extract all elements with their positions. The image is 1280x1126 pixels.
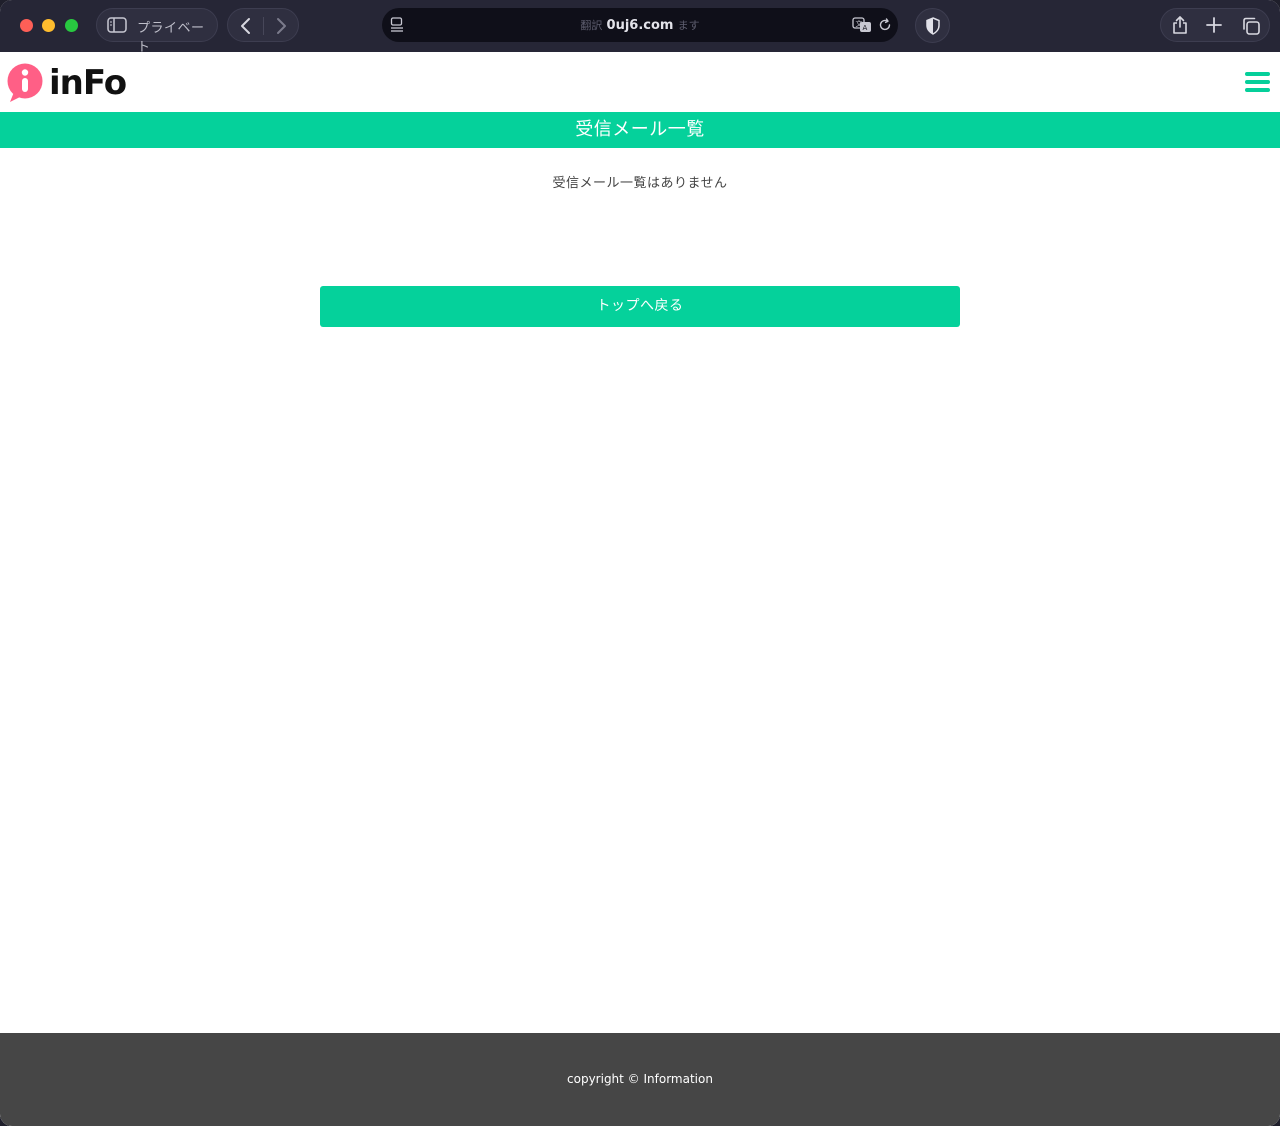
menu-icon[interactable] (1245, 72, 1270, 94)
browser-window: プライベート 翻訳 0uj6.com ます 文 A inFo 受信メール一覧 受… (0, 0, 1280, 1126)
url-display: 翻訳 0uj6.com ます (382, 17, 898, 33)
address-bar[interactable]: 翻訳 0uj6.com ます 文 A (382, 8, 898, 42)
menu-line (1245, 88, 1270, 92)
share-icon[interactable] (1171, 15, 1189, 35)
profile-label: プライベート (137, 21, 205, 55)
copyright-text: copyright © Information (567, 1072, 713, 1086)
translation-suffix: ます (677, 19, 700, 32)
new-tab-icon[interactable] (1205, 16, 1223, 34)
nav-divider (263, 17, 264, 35)
shield-icon (926, 17, 940, 35)
menu-line (1245, 72, 1270, 76)
page-title: 受信メール一覧 (0, 112, 1280, 148)
svg-text:A: A (863, 24, 868, 32)
window-actions (1160, 8, 1270, 42)
site-footer: copyright © Information (0, 1033, 1280, 1126)
back-icon[interactable] (237, 16, 255, 36)
minimize-window-button[interactable] (42, 19, 55, 32)
menu-line (1245, 80, 1270, 84)
back-to-top-button[interactable]: トップへ戻る (320, 286, 960, 327)
profile-button[interactable]: プライベート (96, 8, 218, 55)
forward-icon[interactable] (272, 16, 290, 36)
tabs-overview-icon[interactable] (1241, 16, 1261, 36)
logo-text[interactable]: inFo (49, 64, 127, 102)
translate-icon[interactable]: 文 A (852, 17, 872, 33)
sidebar-icon (107, 17, 127, 33)
url-host: 0uj6.com (606, 18, 674, 33)
close-window-button[interactable] (20, 19, 33, 32)
navigation-controls (227, 8, 299, 42)
browser-toolbar: プライベート 翻訳 0uj6.com ます 文 A (0, 0, 1280, 55)
empty-inbox-message: 受信メール一覧はありません (552, 176, 728, 191)
info-logo-icon[interactable] (6, 62, 46, 104)
zoom-window-button[interactable] (65, 19, 78, 32)
web-page: inFo 受信メール一覧 受信メール一覧はありません トップへ戻る copyri… (0, 52, 1280, 1126)
translation-prefix: 翻訳 (580, 19, 603, 32)
reload-icon[interactable] (878, 18, 892, 32)
site-header: inFo (0, 52, 1280, 112)
privacy-report-button[interactable] (915, 8, 950, 43)
